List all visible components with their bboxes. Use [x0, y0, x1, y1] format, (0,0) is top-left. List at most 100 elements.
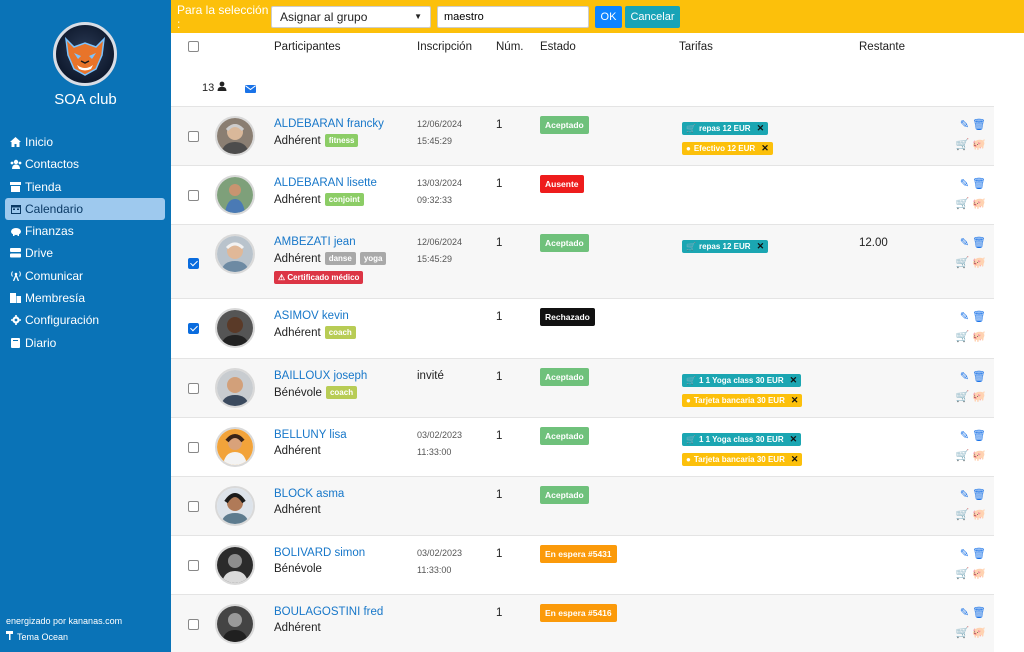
trash-icon[interactable]: 🗑: [972, 429, 986, 442]
sidebar-item-inicio[interactable]: Inicio: [5, 131, 165, 153]
edit-icon[interactable]: ✎: [960, 118, 969, 131]
participant-name-link[interactable]: BELLUNY lisa: [274, 429, 347, 441]
status-badge[interactable]: Ausente: [540, 175, 584, 193]
participant-name-link[interactable]: BAILLOUX joseph: [274, 370, 367, 382]
select-all-checkbox[interactable]: [188, 41, 199, 55]
sidebar-item-finanzas[interactable]: Finanzas: [5, 220, 165, 242]
table-row[interactable]: BOULAGOSTINI fred Adhérent 1 En espera #…: [171, 594, 994, 652]
tarif-badge[interactable]: 🛒 repas 12 EUR ✕: [682, 122, 769, 135]
piggy-bank-icon[interactable]: 🐖: [972, 508, 986, 521]
remove-icon[interactable]: ✕: [791, 395, 799, 406]
row-checkbox[interactable]: [188, 323, 199, 337]
edit-icon[interactable]: ✎: [960, 310, 969, 323]
trash-icon[interactable]: 🗑: [972, 310, 986, 323]
action-select[interactable]: Asignar al grupo ▼: [271, 5, 431, 28]
row-checkbox[interactable]: [188, 258, 199, 272]
remove-icon[interactable]: ✕: [790, 434, 798, 445]
cart-icon[interactable]: 🛒: [956, 197, 970, 210]
payment-badge[interactable]: ● Efectivo 12 EUR ✕: [682, 142, 773, 155]
participant-name-link[interactable]: BLOCK asma: [274, 488, 344, 500]
header-participantes[interactable]: Participantes: [274, 41, 340, 53]
status-badge[interactable]: En espera #5431: [540, 545, 617, 563]
piggy-bank-icon[interactable]: 🐖: [972, 449, 986, 462]
remove-icon[interactable]: ✕: [757, 241, 765, 252]
header-restante[interactable]: Restante: [859, 41, 905, 53]
club-logo[interactable]: [53, 22, 117, 86]
row-checkbox[interactable]: [188, 131, 199, 145]
table-row[interactable]: ALDEBARAN francky Adhérent fitness 12/06/…: [171, 106, 994, 165]
tarif-badge[interactable]: 🛒 1 1 Yoga class 30 EUR ✕: [682, 374, 802, 387]
participant-name-link[interactable]: ASIMOV kevin: [274, 310, 356, 322]
edit-icon[interactable]: ✎: [960, 236, 969, 249]
cart-icon[interactable]: 🛒: [956, 449, 970, 462]
row-checkbox[interactable]: [188, 383, 199, 397]
sidebar-item-diario[interactable]: Diario: [5, 332, 165, 354]
participant-name-link[interactable]: BOLIVARD simon: [274, 547, 365, 559]
table-row[interactable]: BLOCK asma Adhérent 1 Aceptado ✎ 🗑 🛒 🐖: [171, 476, 994, 535]
trash-icon[interactable]: 🗑: [972, 606, 986, 619]
edit-icon[interactable]: ✎: [960, 488, 969, 501]
header-tarifas[interactable]: Tarifas: [679, 41, 713, 53]
status-badge[interactable]: Aceptado: [540, 368, 589, 386]
edit-icon[interactable]: ✎: [960, 547, 969, 560]
status-badge[interactable]: Aceptado: [540, 234, 589, 252]
tarif-badge[interactable]: 🛒 repas 12 EUR ✕: [682, 240, 769, 253]
sidebar-item-membresia[interactable]: Membresía: [5, 287, 165, 309]
cart-icon[interactable]: 🛒: [956, 567, 970, 580]
remove-icon[interactable]: ✕: [757, 123, 765, 134]
sidebar-item-calendario[interactable]: Calendario: [5, 197, 165, 220]
status-badge[interactable]: Aceptado: [540, 486, 589, 504]
status-badge[interactable]: Rechazado: [540, 308, 595, 326]
participant-name-link[interactable]: BOULAGOSTINI fred: [274, 606, 383, 618]
remove-icon[interactable]: ✕: [791, 454, 799, 465]
remove-icon[interactable]: ✕: [790, 375, 798, 386]
trash-icon[interactable]: 🗑: [972, 177, 986, 190]
sidebar-item-configuracion[interactable]: Configuración: [5, 309, 165, 331]
row-checkbox[interactable]: [188, 560, 199, 574]
row-checkbox[interactable]: [188, 442, 199, 456]
row-checkbox[interactable]: [188, 190, 199, 204]
trash-icon[interactable]: 🗑: [972, 547, 986, 560]
tarif-badge[interactable]: 🛒 1 1 Yoga class 30 EUR ✕: [682, 433, 802, 446]
cart-icon[interactable]: 🛒: [956, 330, 970, 343]
cart-icon[interactable]: 🛒: [956, 508, 970, 521]
piggy-bank-icon[interactable]: 🐖: [972, 567, 986, 580]
sidebar-item-comunicar[interactable]: Comunicar: [5, 265, 165, 287]
header-inscripcion[interactable]: Inscripción: [417, 41, 472, 53]
cancel-button[interactable]: Cancelar: [625, 5, 680, 28]
piggy-bank-icon[interactable]: 🐖: [972, 256, 986, 269]
trash-icon[interactable]: 🗑: [972, 236, 986, 249]
status-badge[interactable]: Aceptado: [540, 116, 589, 134]
sidebar-item-contactos[interactable]: Contactos: [5, 153, 165, 175]
piggy-bank-icon[interactable]: 🐖: [972, 197, 986, 210]
header-num[interactable]: Núm.: [496, 41, 523, 53]
table-row[interactable]: ASIMOV kevin Adhérent coach 1 Rechazado ✎…: [171, 298, 994, 358]
participant-name-link[interactable]: ALDEBARAN francky: [274, 118, 384, 130]
payment-badge[interactable]: ● Tarjeta bancaria 30 EUR ✕: [682, 394, 803, 407]
cart-icon[interactable]: 🛒: [956, 390, 970, 403]
edit-icon[interactable]: ✎: [960, 606, 969, 619]
status-badge[interactable]: En espera #5416: [540, 604, 617, 622]
sidebar-item-tienda[interactable]: Tienda: [5, 176, 165, 198]
powered-by-link[interactable]: energizado por kananas.com: [6, 616, 122, 626]
piggy-bank-icon[interactable]: 🐖: [972, 330, 986, 343]
envelope-icon[interactable]: [245, 82, 256, 96]
remove-icon[interactable]: ✕: [761, 143, 769, 154]
cart-icon[interactable]: 🛒: [956, 626, 970, 639]
trash-icon[interactable]: 🗑: [972, 370, 986, 383]
edit-icon[interactable]: ✎: [960, 370, 969, 383]
sidebar-item-drive[interactable]: Drive: [5, 242, 165, 264]
row-checkbox[interactable]: [188, 501, 199, 515]
theme-link[interactable]: Tema Ocean: [6, 631, 122, 642]
piggy-bank-icon[interactable]: 🐖: [972, 626, 986, 639]
header-estado[interactable]: Estado: [540, 41, 576, 53]
cart-icon[interactable]: 🛒: [956, 256, 970, 269]
trash-icon[interactable]: 🗑: [972, 118, 986, 131]
payment-badge[interactable]: ● Tarjeta bancaria 30 EUR ✕: [682, 453, 803, 466]
piggy-bank-icon[interactable]: 🐖: [972, 138, 986, 151]
trash-icon[interactable]: 🗑: [972, 488, 986, 501]
ok-button[interactable]: OK: [595, 5, 622, 28]
table-row[interactable]: BAILLOUX joseph Bénévole coach invité 1 A…: [171, 358, 994, 417]
table-row[interactable]: ALDEBARAN lisette Adhérent conjoint 13/03…: [171, 165, 994, 224]
row-checkbox[interactable]: [188, 619, 199, 633]
